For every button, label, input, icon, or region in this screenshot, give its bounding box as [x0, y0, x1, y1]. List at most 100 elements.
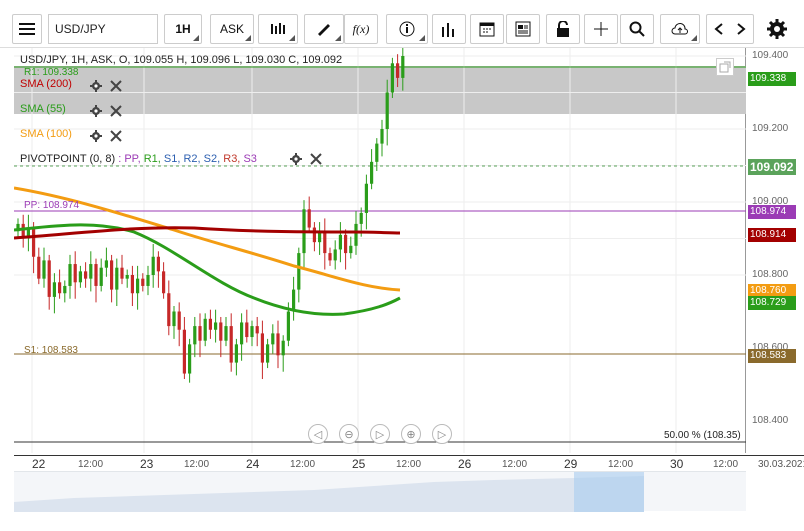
navigate-buttons — [706, 14, 754, 44]
candle-body — [73, 264, 77, 283]
candle-body — [286, 311, 290, 341]
candle-body — [240, 322, 244, 345]
navigator-strip[interactable] — [14, 471, 746, 512]
ohlc-readout: USD/JPY, 1H, ASK, O, 109.055 H, 109.096 … — [20, 54, 343, 66]
lock-icon — [557, 21, 569, 37]
pivot-settings-gear-icon[interactable] — [290, 153, 304, 167]
candle-body — [115, 267, 119, 290]
pivot-item: S2, — [203, 153, 221, 165]
candle-body — [208, 318, 212, 330]
expand-chart-icon[interactable] — [716, 58, 734, 76]
candle-body — [349, 245, 353, 254]
news-button[interactable] — [506, 14, 540, 44]
candle-body — [78, 271, 82, 283]
candle-body — [370, 161, 374, 184]
time-tick-label: 30.03.2021 — [758, 459, 804, 470]
chart-plot-area[interactable]: USD/JPY, 1H, ASK, O, 109.055 H, 109.096 … — [14, 48, 746, 453]
candle-body — [198, 326, 202, 341]
scroll-right-control-icon[interactable]: ▷ — [432, 424, 452, 444]
pivot-item: S3 — [243, 153, 257, 165]
time-tick-label: 22 — [32, 457, 46, 471]
time-tick-label: 25 — [352, 457, 366, 471]
candle-body — [58, 282, 62, 294]
candle-body — [260, 333, 264, 363]
indicator-close-icon[interactable] — [110, 80, 124, 94]
save-cloud-button[interactable] — [660, 14, 700, 44]
indicator-settings-gear-icon[interactable] — [90, 105, 104, 119]
indicator-close-icon[interactable] — [110, 130, 124, 144]
candle-body — [130, 275, 134, 294]
timeframe-button[interactable]: 1H — [164, 14, 202, 44]
pivot-item: R1, — [143, 153, 161, 165]
price-tag: 109.338 — [748, 72, 796, 86]
price-tick-label: 109.400 — [752, 50, 789, 61]
price-type-label: ASK — [219, 22, 244, 36]
indicator-close-icon[interactable] — [110, 105, 124, 119]
candle-body — [104, 260, 108, 268]
time-tick-label: 12:00 — [184, 459, 210, 470]
zoom-button[interactable] — [620, 14, 654, 44]
zoom-out-control-icon[interactable]: ⊖ — [339, 424, 359, 444]
pivot-item: R3, — [223, 153, 241, 165]
crosshair-button[interactable] — [584, 14, 618, 44]
candle-body — [281, 340, 285, 356]
pivot-close-icon[interactable] — [310, 153, 324, 167]
time-tick-label: 12:00 — [78, 459, 104, 470]
price-tag: 109.092 — [748, 159, 796, 175]
zoom-in-control-icon[interactable]: ⊕ — [401, 424, 421, 444]
time-tick-label: 24 — [246, 457, 260, 471]
calendar-button[interactable] — [470, 14, 504, 44]
chevron-right-icon — [737, 23, 746, 35]
candle-body — [328, 253, 332, 261]
candle-body — [401, 56, 405, 78]
candle-body — [110, 260, 114, 290]
candle-body — [162, 271, 166, 294]
settings-gear-icon[interactable] — [766, 18, 790, 42]
candle-body — [136, 278, 140, 294]
sma200-line — [14, 226, 401, 240]
r1-line-label: R1: 109.338 — [24, 67, 79, 78]
candle-body — [354, 223, 358, 246]
cloud-upload-icon — [671, 22, 688, 35]
indicator-row: SMA (200) — [20, 78, 72, 90]
candle-body — [151, 256, 155, 275]
lock-button[interactable] — [546, 14, 580, 44]
candle-body — [156, 256, 160, 272]
indicator-label: SMA (200) — [20, 78, 72, 90]
candle-body — [177, 311, 181, 330]
indicator-label: SMA (100) — [20, 128, 72, 140]
price-type-button[interactable]: ASK — [210, 14, 254, 44]
chart-type-button[interactable] — [258, 14, 298, 44]
indicators-button[interactable]: f(x) — [344, 14, 378, 44]
volume-button[interactable] — [432, 14, 466, 44]
draw-tools-button[interactable] — [304, 14, 344, 44]
candle-body — [245, 322, 249, 338]
candle-body — [271, 333, 275, 345]
indicator-settings-gear-icon[interactable] — [90, 130, 104, 144]
fit-control-icon[interactable]: ▷ — [370, 424, 390, 444]
candle-body — [42, 260, 46, 279]
fib-level-label: 50.00 % (108.35) — [664, 430, 741, 441]
s1-line-label: S1: 108.583 — [24, 345, 78, 356]
info-icon — [399, 21, 415, 37]
info-button[interactable] — [386, 14, 428, 44]
hamburger-menu-icon[interactable] — [12, 14, 42, 44]
time-tick-label: 26 — [458, 457, 472, 471]
indicator-row: SMA (55) — [20, 103, 66, 115]
bar-chart-icon — [442, 23, 454, 37]
chart-toolbar: USD/JPY 1H ASK f(x) — [0, 0, 804, 48]
indicator-settings-gear-icon[interactable] — [90, 80, 104, 94]
navigator-area-chart — [14, 472, 644, 512]
scroll-left-control-icon[interactable]: ◁ — [308, 424, 328, 444]
time-tick-label: 12:00 — [502, 459, 528, 470]
candle-body — [141, 278, 145, 286]
price-tick-label: 109.200 — [752, 123, 789, 134]
news-icon — [515, 21, 531, 37]
pivot-item: R2, — [183, 153, 201, 165]
candle-body — [172, 311, 176, 327]
candle-body — [359, 212, 363, 224]
time-tick-label: 29 — [564, 457, 578, 471]
candle-body — [146, 275, 150, 286]
candle-body — [52, 282, 56, 297]
symbol-input[interactable]: USD/JPY — [48, 14, 158, 44]
